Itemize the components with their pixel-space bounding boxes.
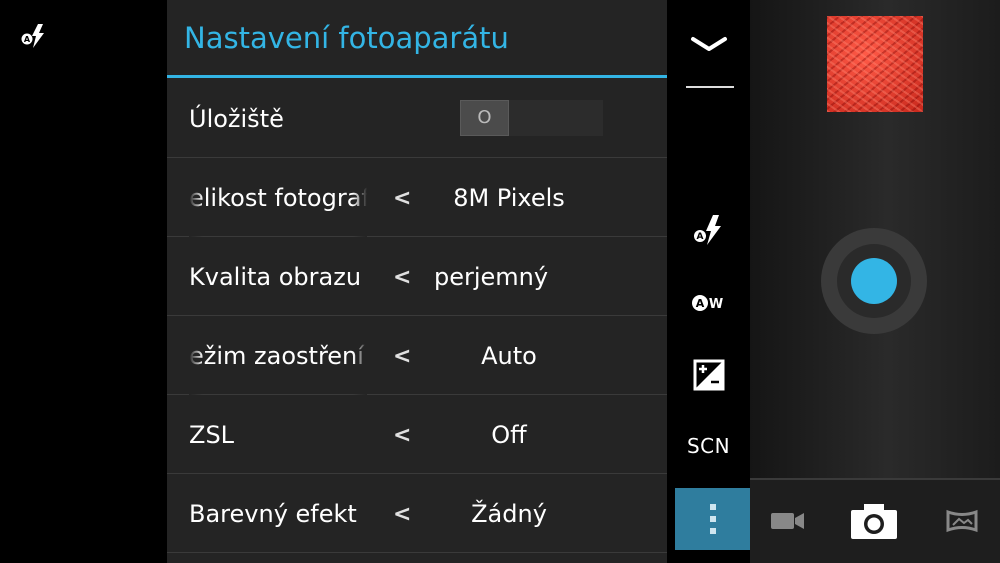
capture-area [750, 0, 1000, 478]
previous-value-arrow[interactable]: < [393, 317, 411, 395]
setting-value: 8M Pixels [453, 184, 565, 212]
setting-label: Úložiště [189, 105, 284, 133]
previous-value-arrow[interactable]: < [393, 475, 411, 553]
strip-divider [686, 86, 734, 88]
flash-auto-indicator-icon: A [20, 22, 48, 50]
panorama-icon[interactable] [944, 498, 980, 544]
setting-label: Barevný efekt [189, 500, 357, 528]
shutter-button[interactable] [821, 228, 927, 334]
shutter-ring [837, 244, 911, 318]
toggle-knob[interactable]: O [460, 100, 509, 136]
video-camera-icon[interactable] [768, 498, 808, 544]
setting-value: Off [491, 421, 527, 449]
photo-camera-icon[interactable] [848, 498, 900, 544]
storage-toggle[interactable]: O [460, 100, 603, 136]
chevron-down-icon[interactable] [687, 25, 731, 65]
setting-row-focus-mode[interactable]: ežim zaostření < Auto [167, 317, 667, 395]
previous-value-arrow[interactable]: < [393, 159, 411, 237]
more-vert-icon[interactable] [675, 488, 750, 550]
setting-row-zsl[interactable]: ZSL < Off [167, 396, 667, 474]
setting-value: Žádný [471, 500, 547, 528]
camera-control-strip: A A W SCN [667, 0, 750, 563]
setting-value: perjemný [434, 263, 549, 291]
svg-text:A: A [24, 35, 31, 44]
setting-label: elikost fotograf [189, 159, 367, 237]
scene-mode-label: SCN [686, 434, 731, 458]
svg-text:A: A [696, 232, 703, 242]
svg-text:W: W [708, 297, 722, 312]
svg-text:A: A [695, 297, 704, 310]
previous-value-arrow[interactable]: < [393, 396, 411, 474]
setting-value: Auto [481, 342, 537, 370]
camera-settings-panel: Nastavení fotoaparátu Úložiště O elikost… [167, 0, 667, 563]
previous-value-arrow[interactable]: < [393, 238, 411, 316]
setting-label: Kvalita obrazu [189, 263, 362, 291]
setting-row-picture-quality[interactable]: Kvalita obrazu < perjemný [167, 238, 667, 316]
panel-title: Nastavení fotoaparátu [167, 0, 667, 78]
last-photo-thumbnail[interactable] [827, 16, 923, 112]
white-balance-auto-icon[interactable]: A W [667, 278, 750, 328]
flash-auto-icon[interactable]: A [667, 204, 750, 254]
exposure-icon[interactable] [667, 350, 750, 400]
shutter-core[interactable] [851, 258, 897, 304]
setting-label: ZSL [189, 421, 235, 449]
setting-label: ežim zaostření [189, 317, 367, 395]
mode-switcher [750, 478, 1000, 563]
setting-row-color-effect[interactable]: Barevný efekt < Žádný [167, 475, 667, 553]
scene-mode-button[interactable]: SCN [667, 421, 750, 471]
setting-row-picture-size[interactable]: elikost fotograf < 8M Pixels [167, 159, 667, 237]
